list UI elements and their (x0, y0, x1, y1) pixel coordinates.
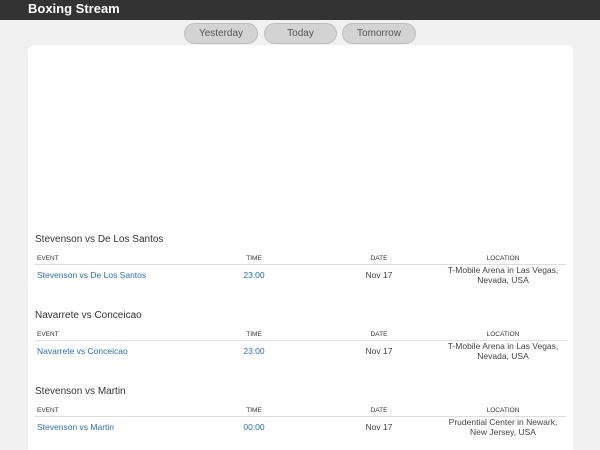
event-link[interactable]: Navarrete vs Conceicao (37, 346, 128, 356)
column-header-location: LOCATION (486, 255, 520, 262)
events-panel: Stevenson vs De Los Santos EVENT TIME DA… (28, 45, 573, 450)
column-header-time: TIME (246, 331, 262, 338)
event-time-link[interactable]: 23:00 (234, 346, 274, 356)
site-brand[interactable]: Boxing Stream (28, 1, 120, 17)
day-tabs: Yesterday Today Tomorrow (0, 23, 600, 45)
column-header-event: EVENT (37, 407, 59, 414)
column-header-location: LOCATION (486, 407, 520, 414)
column-header-location: LOCATION (486, 331, 520, 338)
event-title: Navarrete vs Conceicao (35, 310, 142, 321)
top-bar: Boxing Stream (0, 0, 600, 20)
column-header-time: TIME (246, 255, 262, 262)
event-location: T-Mobile Arena in Las Vegas, Nevada, USA (447, 265, 559, 285)
tab-yesterday[interactable]: Yesterday (184, 23, 258, 44)
event-block: Stevenson vs De Los Santos EVENT TIME DA… (28, 233, 573, 307)
column-header-event: EVENT (37, 331, 59, 338)
tab-today[interactable]: Today (264, 23, 337, 44)
event-location: Prudential Center in Newark, New Jersey,… (448, 417, 558, 437)
event-location: T-Mobile Arena in Las Vegas, Nevada, USA (447, 341, 559, 361)
tab-tomorrow[interactable]: Tomorrow (342, 23, 416, 44)
blank-banner-area (28, 45, 573, 225)
event-time-link[interactable]: 23:00 (234, 270, 274, 280)
event-link[interactable]: Stevenson vs De Los Santos (37, 270, 146, 280)
event-block: Stevenson vs Martin EVENT TIME DATE LOCA… (28, 385, 573, 450)
event-date: Nov 17 (365, 346, 393, 356)
event-title: Stevenson vs De Los Santos (35, 234, 164, 245)
event-title: Stevenson vs Martin (35, 386, 126, 397)
column-header-date: DATE (370, 407, 388, 414)
event-block: Navarrete vs Conceicao EVENT TIME DATE L… (28, 309, 573, 383)
column-header-time: TIME (246, 407, 262, 414)
column-header-date: DATE (370, 255, 388, 262)
column-header-date: DATE (370, 331, 388, 338)
event-link[interactable]: Stevenson vs Martin (37, 422, 114, 432)
event-date: Nov 17 (365, 422, 393, 432)
event-time-link[interactable]: 00:00 (234, 422, 274, 432)
event-date: Nov 17 (365, 270, 393, 280)
column-header-event: EVENT (37, 255, 59, 262)
